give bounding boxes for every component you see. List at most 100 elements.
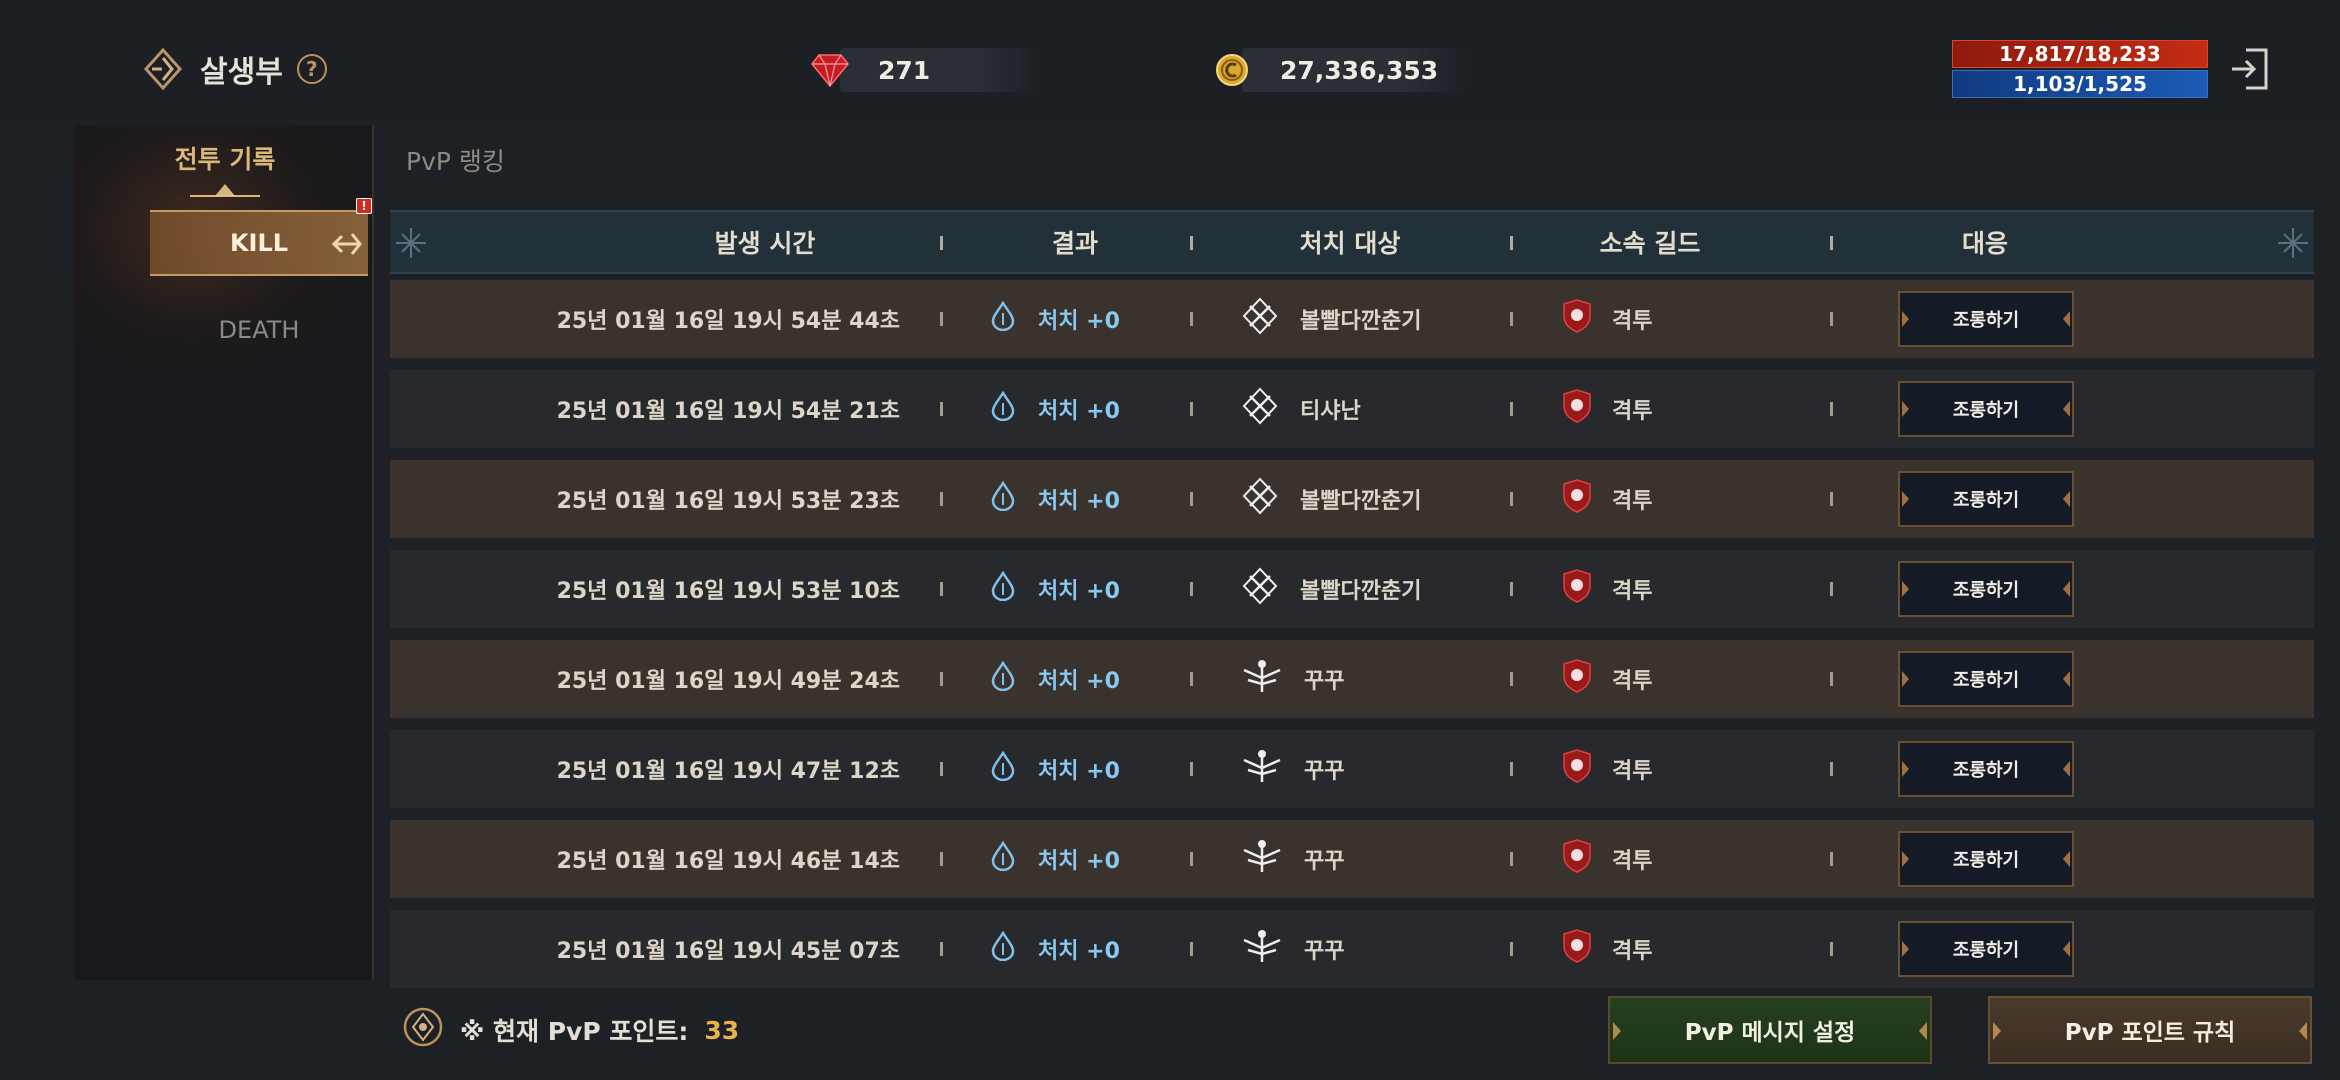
table-row: 25년 01월 16일 19시 46분 14초 처치 +0 꾸꾸 격투 조롱하기 — [390, 820, 2314, 898]
taunt-button[interactable]: 조롱하기 — [1898, 831, 2074, 887]
cell-time: 25년 01월 16일 19시 49분 24초 — [556, 669, 900, 694]
taunt-button[interactable]: 조롱하기 — [1898, 561, 2074, 617]
taunt-button[interactable]: 조롱하기 — [1898, 291, 2074, 347]
result-text: 처치 +0 — [1038, 579, 1120, 604]
column-separator — [1510, 582, 1513, 596]
crossed-swords-emblem-icon — [1240, 296, 1280, 342]
cell-guild: 격투 — [1560, 460, 1790, 538]
cell-result: 처치 +0 — [990, 820, 1200, 898]
column-separator — [1830, 942, 1833, 956]
column-separator — [1190, 312, 1193, 326]
tab-battle-record[interactable]: 전투 기록 — [150, 140, 300, 176]
crossed-swords-emblem-icon — [1240, 386, 1280, 432]
header-time: 발생 시간 — [714, 229, 816, 258]
exit-icon[interactable] — [2228, 46, 2272, 92]
help-icon[interactable]: ? — [296, 54, 327, 84]
cell-result: 처치 +0 — [990, 280, 1200, 358]
taunt-button[interactable]: 조롱하기 — [1898, 471, 2074, 527]
title-area: 살생부 ? — [140, 44, 327, 94]
pvp-points-label: ※ 현재 PvP 포인트: — [460, 1017, 689, 1046]
column-separator — [940, 852, 943, 866]
target-name: 티샤난 — [1300, 399, 1361, 424]
header-ornament-icon — [394, 226, 428, 260]
result-text: 처치 +0 — [1038, 669, 1120, 694]
mp-bar: 1,103/1,525 — [1952, 70, 2208, 98]
guild-crest-icon — [1560, 838, 1594, 880]
table-row: 25년 01월 16일 19시 54분 44초 처치 +0 볼빨다깐춘기 격투 … — [390, 280, 2314, 358]
guild-name: 격투 — [1612, 939, 1653, 964]
header-action: 대응 — [1961, 229, 2008, 258]
pvp-message-settings-button[interactable]: PvP 메시지 설정 — [1608, 996, 1932, 1064]
column-separator — [1190, 672, 1193, 686]
cell-guild: 격투 — [1560, 820, 1790, 898]
water-drop-icon — [990, 660, 1016, 697]
column-separator — [1510, 672, 1513, 686]
sidebar-item-kill[interactable]: KILL — [150, 210, 368, 276]
column-separator — [1510, 402, 1513, 416]
cell-result: 처치 +0 — [990, 910, 1200, 988]
water-drop-icon — [990, 840, 1016, 877]
column-separator — [1830, 492, 1833, 506]
cell-target: 티샤난 — [1240, 370, 1540, 448]
table-row: 25년 01월 16일 19시 53분 10초 처치 +0 볼빨다깐춘기 격투 … — [390, 550, 2314, 628]
cell-result: 처치 +0 — [990, 730, 1200, 808]
target-name: 볼빨다깐춘기 — [1300, 579, 1422, 604]
tab-pvp-ranking[interactable]: PvP 랭킹 — [406, 142, 505, 178]
guild-name: 격투 — [1612, 399, 1653, 424]
column-separator — [1190, 942, 1193, 956]
pvp-point-emblem-icon — [402, 1006, 444, 1054]
cell-guild: 격투 — [1560, 730, 1790, 808]
cell-guild: 격투 — [1560, 280, 1790, 358]
column-separator — [1830, 582, 1833, 596]
target-name: 꾸꾸 — [1304, 669, 1345, 694]
result-text: 처치 +0 — [1038, 759, 1120, 784]
column-separator — [940, 582, 943, 596]
taunt-button[interactable]: 조롱하기 — [1898, 741, 2074, 797]
guild-name: 격투 — [1612, 849, 1653, 874]
header-ornament-icon — [2276, 226, 2310, 260]
table-row: 25년 01월 16일 19시 45분 07초 처치 +0 꾸꾸 격투 조롱하기 — [390, 910, 2314, 988]
cell-target: 볼빨다깐춘기 — [1240, 460, 1540, 538]
cell-target: 볼빨다깐춘기 — [1240, 550, 1540, 628]
target-name: 볼빨다깐춘기 — [1300, 489, 1422, 514]
sidebar-item-death[interactable]: DEATH — [150, 300, 368, 360]
column-separator — [940, 762, 943, 776]
cell-result: 처치 +0 — [990, 550, 1200, 628]
cell-action: 조롱하기 — [1898, 910, 2074, 988]
guild-name: 격투 — [1612, 579, 1653, 604]
cell-target: 꾸꾸 — [1240, 820, 1540, 898]
cell-time: 25년 01월 16일 19시 53분 23초 — [556, 489, 900, 514]
water-drop-icon — [990, 930, 1016, 967]
winged-crest-icon — [1240, 746, 1284, 792]
gold-coin-icon — [1212, 50, 1252, 90]
guild-crest-icon — [1560, 478, 1594, 520]
hp-bar: 17,817/18,233 — [1952, 40, 2208, 68]
cell-action: 조롱하기 — [1898, 820, 2074, 898]
cell-result: 처치 +0 — [990, 370, 1200, 448]
cell-target: 볼빨다깐춘기 — [1240, 280, 1540, 358]
cell-action: 조롱하기 — [1898, 730, 2074, 808]
column-separator — [940, 492, 943, 506]
result-text: 처치 +0 — [1038, 939, 1120, 964]
column-separator — [1830, 402, 1833, 416]
taunt-button[interactable]: 조롱하기 — [1898, 921, 2074, 977]
column-separator — [940, 312, 943, 326]
water-drop-icon — [990, 300, 1016, 337]
gold-currency: 27,336,353 — [1212, 48, 1472, 92]
column-separator — [1190, 762, 1193, 776]
crossed-swords-emblem-icon — [1240, 566, 1280, 612]
cell-guild: 격투 — [1560, 550, 1790, 628]
column-separator — [1510, 312, 1513, 326]
pvp-point-rules-button[interactable]: PvP 포인트 규칙 — [1988, 996, 2312, 1064]
taunt-button[interactable]: 조롱하기 — [1898, 381, 2074, 437]
guild-crest-icon — [1560, 928, 1594, 970]
target-name: 꾸꾸 — [1304, 849, 1345, 874]
column-separator — [1510, 942, 1513, 956]
cell-action: 조롱하기 — [1898, 460, 2074, 538]
guild-crest-icon — [1560, 388, 1594, 430]
table-row: 25년 01월 16일 19시 53분 23초 처치 +0 볼빨다깐춘기 격투 … — [390, 460, 2314, 538]
winged-crest-icon — [1240, 926, 1284, 972]
taunt-button[interactable]: 조롱하기 — [1898, 651, 2074, 707]
column-separator — [1830, 236, 1833, 250]
guild-crest-icon — [1560, 298, 1594, 340]
